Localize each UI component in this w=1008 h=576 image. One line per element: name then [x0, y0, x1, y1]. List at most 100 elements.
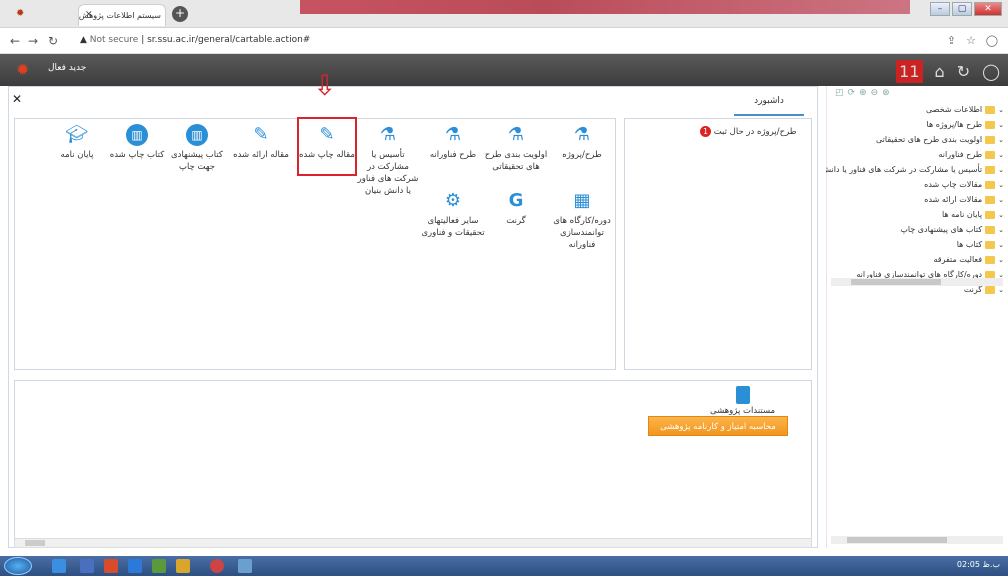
shortcut-grant[interactable]: G گرنت	[483, 190, 549, 227]
taskbar-app-icon[interactable]	[128, 559, 142, 573]
shortcut-proposed-book[interactable]: ▥ کتاب پیشنهادی جهت چاپ	[164, 124, 230, 173]
taskbar-app-icon[interactable]	[104, 559, 118, 573]
tree-bottom-scrollbar[interactable]	[831, 536, 1003, 544]
window-title-band	[300, 0, 910, 14]
back-icon[interactable]: ←	[10, 34, 20, 48]
start-button[interactable]	[4, 557, 32, 575]
microscope-icon: ⚗	[507, 124, 525, 145]
collapse-icon[interactable]: ◰	[835, 88, 844, 98]
app-header: ✹ جدید فعال 11 ⌂ ↻ ◯	[0, 54, 1008, 86]
taskbar-app-icon[interactable]	[176, 559, 190, 573]
shortcut-published-book[interactable]: ▥ کتاب چاپ شده	[104, 124, 170, 161]
minimize-icon[interactable]: –	[930, 2, 950, 16]
shortcut-research-priority[interactable]: ⚗ اولویت بندی طرح های تحقیقاتی	[483, 124, 549, 173]
tab-dashboard[interactable]: داشبورد	[734, 96, 804, 116]
os-taskbar: 02:05 ب.ظ	[0, 556, 1008, 576]
tree-item-books[interactable]: ⌄ کتاب ها	[826, 237, 1004, 252]
taskbar-app-icon[interactable]	[152, 559, 166, 573]
window-controls: – ▢ ✕	[930, 2, 1002, 16]
security-label: Not secure	[89, 35, 139, 45]
microscope-icon: ⚗	[379, 124, 397, 145]
warning-icon: ▲	[80, 35, 87, 45]
tree-controls: ◰ ⟳ ⊕ ⊖ ⊗	[835, 88, 890, 98]
horizontal-scrollbar[interactable]	[14, 538, 812, 548]
down-arrow-annotation-icon: ⇩	[313, 69, 337, 102]
expand-icon[interactable]: ⊕	[859, 88, 867, 98]
close-panel-icon[interactable]: ✕	[12, 92, 22, 106]
shortcut-presented-article[interactable]: ✎ مقاله ارائه شده	[228, 124, 294, 161]
tree-item-projects[interactable]: ⌄ طرح ها/پروژه ها	[826, 117, 1004, 132]
share-icon[interactable]: ⇪	[947, 34, 956, 47]
in-progress-item[interactable]: طرح/پروژه در حال ثبت 1	[700, 126, 797, 137]
bookmark-star-icon[interactable]: ☆	[966, 34, 976, 47]
shortcut-label: تأسیس یا مشارکت در شرکت های فناور یا دان…	[357, 150, 419, 196]
shortcut-label: سایر فعالیتهای تحقیقات و فناوری	[421, 216, 485, 238]
tree-item-misc[interactable]: ⌄ فعالیت متفرقه	[826, 252, 1004, 267]
refresh-tree-icon[interactable]: ⟳	[848, 88, 856, 98]
shortcut-project[interactable]: ⚗ طرح/پروژه	[549, 124, 615, 161]
profile-icon[interactable]: ◯	[986, 34, 998, 47]
home-icon[interactable]: ⌂	[935, 62, 945, 81]
close-tab-icon[interactable]: ✕	[85, 10, 93, 20]
microscope-icon: ⚗	[573, 124, 591, 145]
folder-icon	[985, 150, 996, 159]
refresh-icon[interactable]: ↻	[957, 62, 970, 81]
close-window-icon[interactable]: ✕	[974, 2, 1002, 16]
tree-item-personal-info[interactable]: ⌄ اطلاعات شخصی	[826, 102, 1004, 117]
folder-icon	[985, 135, 996, 144]
collapse-all-icon[interactable]: ⊖	[871, 88, 879, 98]
url-field[interactable]: ▲ Not secure | sr.ssu.ac.ir/general/cart…	[80, 35, 310, 45]
folder-icon	[985, 120, 996, 129]
notification-badge[interactable]: 11	[896, 60, 923, 83]
tree-item-tech-project[interactable]: ⌄ طرح فناورانه	[826, 147, 1004, 162]
browser-tab[interactable]: ✕ سیستم اطلاعات پژوهش	[78, 4, 166, 26]
taskbar-app-icon[interactable]	[52, 559, 66, 573]
tree-item-research-priority[interactable]: ⌄ اولویت بندی طرح های تحقیقاتی	[826, 132, 1004, 147]
microscope-icon: ⚗	[444, 124, 462, 145]
taskbar-app-icon[interactable]	[238, 559, 252, 573]
shortcut-tech-project[interactable]: ⚗ طرح فناورانه	[420, 124, 486, 161]
folder-icon	[985, 285, 996, 294]
tree-item-company[interactable]: ⌄ تأسیس یا مشارکت در شرکت های فناور یا دا…	[826, 162, 1004, 177]
calc-score-button[interactable]: محاسبه امتیاز و کارنامه پژوهشی	[648, 416, 788, 436]
taskbar-clock: 02:05 ب.ظ	[956, 560, 1000, 569]
tree-item-theses[interactable]: ⌄ پایان نامه ها	[826, 207, 1004, 222]
folder-icon	[985, 240, 996, 249]
shortcut-company-establishment[interactable]: ⚗ تأسیس یا مشارکت در شرکت های فناور یا د…	[355, 124, 421, 197]
shortcut-label: کتاب چاپ شده	[109, 150, 165, 160]
reload-icon[interactable]: ↻	[48, 34, 58, 48]
shortcut-label: مقاله ارائه شده	[233, 150, 289, 160]
folder-icon	[985, 255, 996, 264]
taskbar-app-icon[interactable]	[210, 559, 224, 573]
graduation-cap-icon: 🎓︎	[65, 124, 88, 145]
shortcut-other-activities[interactable]: ⚙ سایر فعالیتهای تحقیقات و فناوری	[420, 190, 486, 239]
in-progress-panel	[624, 118, 812, 370]
tree-item-proposed-books[interactable]: ⌄ کتاب های پیشنهادی چاپ	[826, 222, 1004, 237]
folder-icon	[985, 195, 996, 204]
shortcut-label: پایان نامه	[60, 150, 94, 160]
forward-icon[interactable]: →	[28, 34, 38, 48]
app-logo-icon: ✹	[16, 60, 30, 79]
tree-item-presented-articles[interactable]: ⌄ مقالات ارائه شده	[826, 192, 1004, 207]
research-documents-link[interactable]: مستندات پژوهشی	[710, 386, 775, 416]
shortcut-label: کتاب پیشنهادی جهت چاپ	[171, 150, 223, 172]
folder-icon	[985, 225, 996, 234]
header-title: جدید فعال	[48, 63, 87, 73]
user-menu-icon[interactable]: ◯	[982, 62, 1000, 81]
book-icon: ▥	[126, 124, 148, 146]
settings-icon[interactable]: ⊗	[882, 88, 890, 98]
folder-icon	[985, 105, 996, 114]
grant-g-icon: G	[508, 190, 524, 211]
tree-item-published-articles[interactable]: ⌄ مقالات چاپ شده	[826, 177, 1004, 192]
maximize-icon[interactable]: ▢	[952, 2, 972, 16]
shortcut-workshops[interactable]: ▦ دوره/کارگاه های توانمندسازی فناورانه	[549, 190, 615, 251]
shortcut-label: گرنت	[506, 216, 526, 226]
taskbar-app-icon[interactable]	[80, 559, 94, 573]
sidebar-tree: ◰ ⟳ ⊕ ⊖ ⊗ ⌄ اطلاعات شخصی ⌄ طرح ها/پروژه ها…	[826, 86, 1008, 548]
shortcut-thesis[interactable]: 🎓︎ پایان نامه	[44, 124, 110, 161]
shortcut-label: طرح/پروژه	[562, 150, 602, 160]
tree-scrollbar[interactable]	[831, 278, 1003, 286]
new-tab-button[interactable]: +	[172, 6, 188, 22]
shortcut-label: دوره/کارگاه های توانمندسازی فناورانه	[553, 216, 611, 250]
highlight-box	[297, 117, 357, 176]
